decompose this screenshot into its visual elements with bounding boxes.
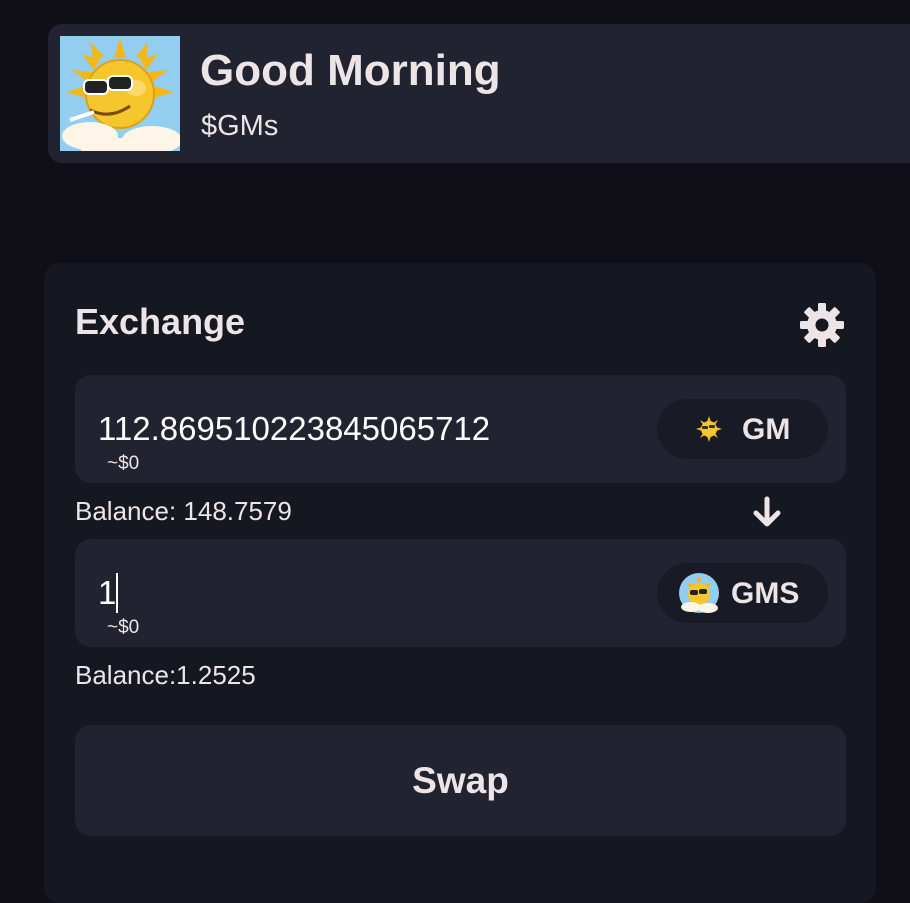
token-symbol: $GMs — [201, 110, 279, 142]
token-name: Good Morning — [200, 46, 501, 95]
to-amount-input[interactable] — [98, 571, 638, 615]
from-token-label: GM — [742, 413, 791, 446]
sun-token-icon — [696, 416, 722, 442]
exchange-title: Exchange — [75, 301, 246, 342]
settings-button[interactable] — [799, 302, 845, 348]
from-token-select[interactable]: GM — [657, 399, 828, 459]
gear-icon — [800, 303, 844, 347]
token-logo — [60, 36, 180, 151]
to-token-label: GMS — [731, 577, 800, 610]
arrow-down-icon — [753, 496, 781, 527]
swap-button[interactable]: Swap — [75, 725, 846, 836]
to-usd-value: ~$0 — [107, 617, 140, 638]
exchange-card: Exchange ~$0 — [44, 263, 876, 903]
swap-direction-button[interactable] — [750, 495, 784, 529]
from-amount-input[interactable] — [98, 407, 638, 451]
sun-face-token-icon — [679, 573, 719, 613]
sun-with-sunglasses-logo — [60, 36, 180, 151]
text-caret — [116, 573, 118, 613]
to-token-select[interactable]: GMS — [657, 563, 828, 623]
to-balance: Balance:1.2525 — [75, 660, 256, 690]
from-balance: Balance: 148.7579 — [75, 496, 292, 526]
token-header: Good Morning $GMs — [48, 24, 910, 163]
from-usd-value: ~$0 — [107, 453, 140, 474]
from-amount-field: ~$0 GM — [75, 375, 846, 483]
to-amount-field: ~$0 GMS — [75, 539, 846, 647]
